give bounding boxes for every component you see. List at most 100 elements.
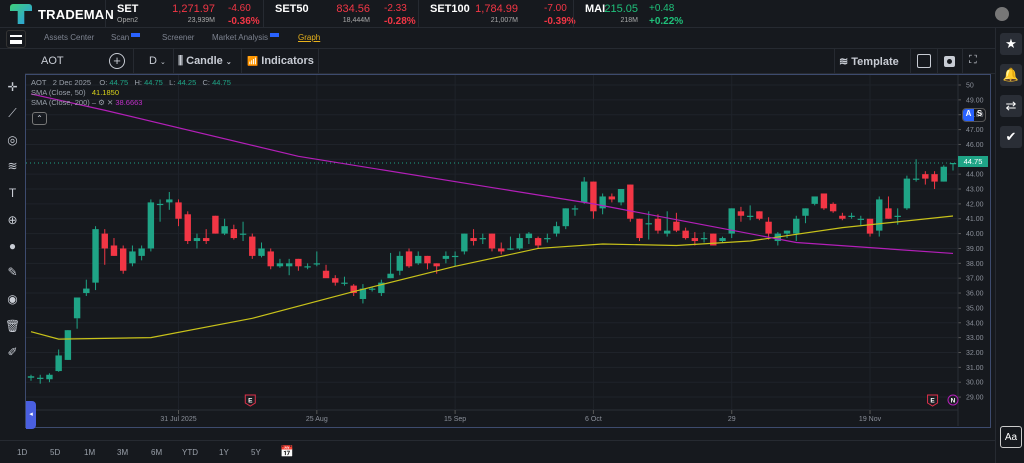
symbol-input[interactable]: AOT xyxy=(41,55,64,67)
candle[interactable] xyxy=(553,221,560,237)
candle[interactable] xyxy=(820,193,828,210)
candle[interactable] xyxy=(599,193,606,215)
candle[interactable] xyxy=(470,229,477,246)
candle[interactable] xyxy=(479,233,486,245)
candle[interactable] xyxy=(239,221,247,242)
candle[interactable] xyxy=(92,226,99,291)
brand-logo[interactable]: TRADEMAN xyxy=(10,4,114,24)
ticker-set50[interactable]: SET50 834.56 -2.33 18,444M -0.28% xyxy=(263,0,418,28)
candle[interactable] xyxy=(507,236,514,250)
candle[interactable] xyxy=(378,279,385,297)
candle[interactable] xyxy=(322,264,330,279)
layout-button[interactable] xyxy=(917,54,931,68)
range-1m[interactable]: 1M xyxy=(84,448,95,457)
candle[interactable] xyxy=(645,211,652,240)
earnings-event-marker[interactable]: E xyxy=(927,394,939,407)
template-button[interactable]: ≋ Template xyxy=(839,55,899,68)
alert-bell-icon[interactable]: 🔔 xyxy=(1000,64,1022,86)
fibonacci-icon[interactable]: ◎ xyxy=(5,133,20,148)
candle[interactable] xyxy=(581,177,588,204)
nav-scan[interactable]: Scan xyxy=(111,33,141,42)
sma200-legend[interactable]: SMA (Close, 200) – ⚙ ✕ 38.6663 xyxy=(31,98,142,107)
candle[interactable] xyxy=(415,251,422,265)
user-avatar-icon[interactable] xyxy=(995,7,1009,21)
candle[interactable] xyxy=(516,233,523,250)
trash-icon[interactable]: 🗑 xyxy=(5,319,20,334)
swap-icon[interactable]: ⇄ xyxy=(1000,95,1022,117)
candle[interactable] xyxy=(101,229,108,265)
eye-icon[interactable]: ◉ xyxy=(5,292,20,307)
candle[interactable] xyxy=(571,205,579,216)
range-3m[interactable]: 3M xyxy=(117,448,128,457)
candle[interactable] xyxy=(534,236,542,249)
earnings-event-marker[interactable]: E xyxy=(244,394,256,407)
candle[interactable] xyxy=(267,248,274,270)
candle[interactable] xyxy=(27,374,35,381)
candle[interactable] xyxy=(258,242,265,258)
range-6m[interactable]: 6M xyxy=(151,448,162,457)
menu-button[interactable] xyxy=(6,30,26,48)
candle[interactable] xyxy=(673,212,680,233)
candle[interactable] xyxy=(46,373,53,383)
candle[interactable] xyxy=(202,229,210,245)
chart-type-select[interactable]: ⫼ Candle ⌄ xyxy=(178,55,232,68)
add-symbol-button[interactable]: + xyxy=(109,53,125,69)
candle[interactable] xyxy=(138,245,145,261)
collapse-sidebar-tab[interactable]: ◂ xyxy=(26,401,36,429)
crosshair-icon[interactable]: ✛ xyxy=(5,80,20,95)
candle[interactable] xyxy=(608,193,616,203)
candle[interactable] xyxy=(682,227,689,240)
settings-gear-icon[interactable]: ⚙ xyxy=(98,98,105,107)
range-5d[interactable]: 5D xyxy=(50,448,60,457)
snapshot-button[interactable] xyxy=(944,56,955,67)
candle[interactable] xyxy=(525,232,533,245)
calendar-icon[interactable]: 📅 xyxy=(280,445,294,458)
fullscreen-icon[interactable]: ⛶ xyxy=(969,54,977,67)
candle[interactable] xyxy=(498,242,505,255)
auto-scale-toggle[interactable]: A S xyxy=(962,108,986,122)
range-5y[interactable]: 5Y xyxy=(251,448,261,457)
hide-icon[interactable]: – xyxy=(92,98,96,107)
nav-market-analysis[interactable]: Market Analysis xyxy=(212,33,280,42)
candle[interactable] xyxy=(396,251,403,276)
candle[interactable] xyxy=(544,233,551,243)
candle[interactable] xyxy=(276,258,284,268)
candle[interactable] xyxy=(147,199,155,252)
close-icon[interactable]: ✕ xyxy=(107,98,113,107)
candle[interactable] xyxy=(783,230,791,239)
candle[interactable] xyxy=(746,205,754,221)
candle[interactable] xyxy=(313,251,321,267)
candle[interactable] xyxy=(903,175,911,210)
candle[interactable] xyxy=(120,245,127,274)
price-chart[interactable]: 29.00 30.00 31.00 32.00 33.00 34.00 35.00 36.00… xyxy=(26,75,989,426)
candle[interactable] xyxy=(405,248,413,268)
candle[interactable] xyxy=(562,208,569,230)
candle[interactable] xyxy=(829,202,837,213)
candle[interactable] xyxy=(737,206,745,222)
font-size-button[interactable]: Aa xyxy=(1000,426,1022,448)
ticker-mai[interactable]: MAI 215.05 +0.48 218M +0.22% xyxy=(573,0,733,28)
nav-graph[interactable]: Graph xyxy=(298,33,320,42)
candle[interactable] xyxy=(663,211,671,237)
candle[interactable] xyxy=(442,251,450,264)
ticker-set100[interactable]: SET100 1,784.99 -7.00 21,007M -0.39% xyxy=(418,0,576,28)
candle[interactable] xyxy=(221,218,228,236)
candle[interactable] xyxy=(433,263,440,274)
candle[interactable] xyxy=(175,199,182,227)
candle[interactable] xyxy=(765,217,772,240)
nav-screener[interactable]: Screener xyxy=(162,33,194,42)
sma50-legend[interactable]: SMA (Close, 50) 41.1850 xyxy=(31,88,119,97)
range-ytd[interactable]: YTD xyxy=(182,448,198,457)
trend-line-icon[interactable]: ⟋ xyxy=(5,106,20,121)
candle[interactable] xyxy=(387,252,394,279)
candle[interactable] xyxy=(802,208,809,224)
candle[interactable] xyxy=(166,191,173,210)
candle[interactable] xyxy=(359,284,367,304)
candle[interactable] xyxy=(949,163,957,171)
candle[interactable] xyxy=(590,181,597,219)
candle[interactable] xyxy=(922,171,929,185)
candle[interactable] xyxy=(212,215,219,234)
candle[interactable] xyxy=(857,215,864,227)
candle[interactable] xyxy=(64,330,72,360)
candle[interactable] xyxy=(793,215,800,242)
